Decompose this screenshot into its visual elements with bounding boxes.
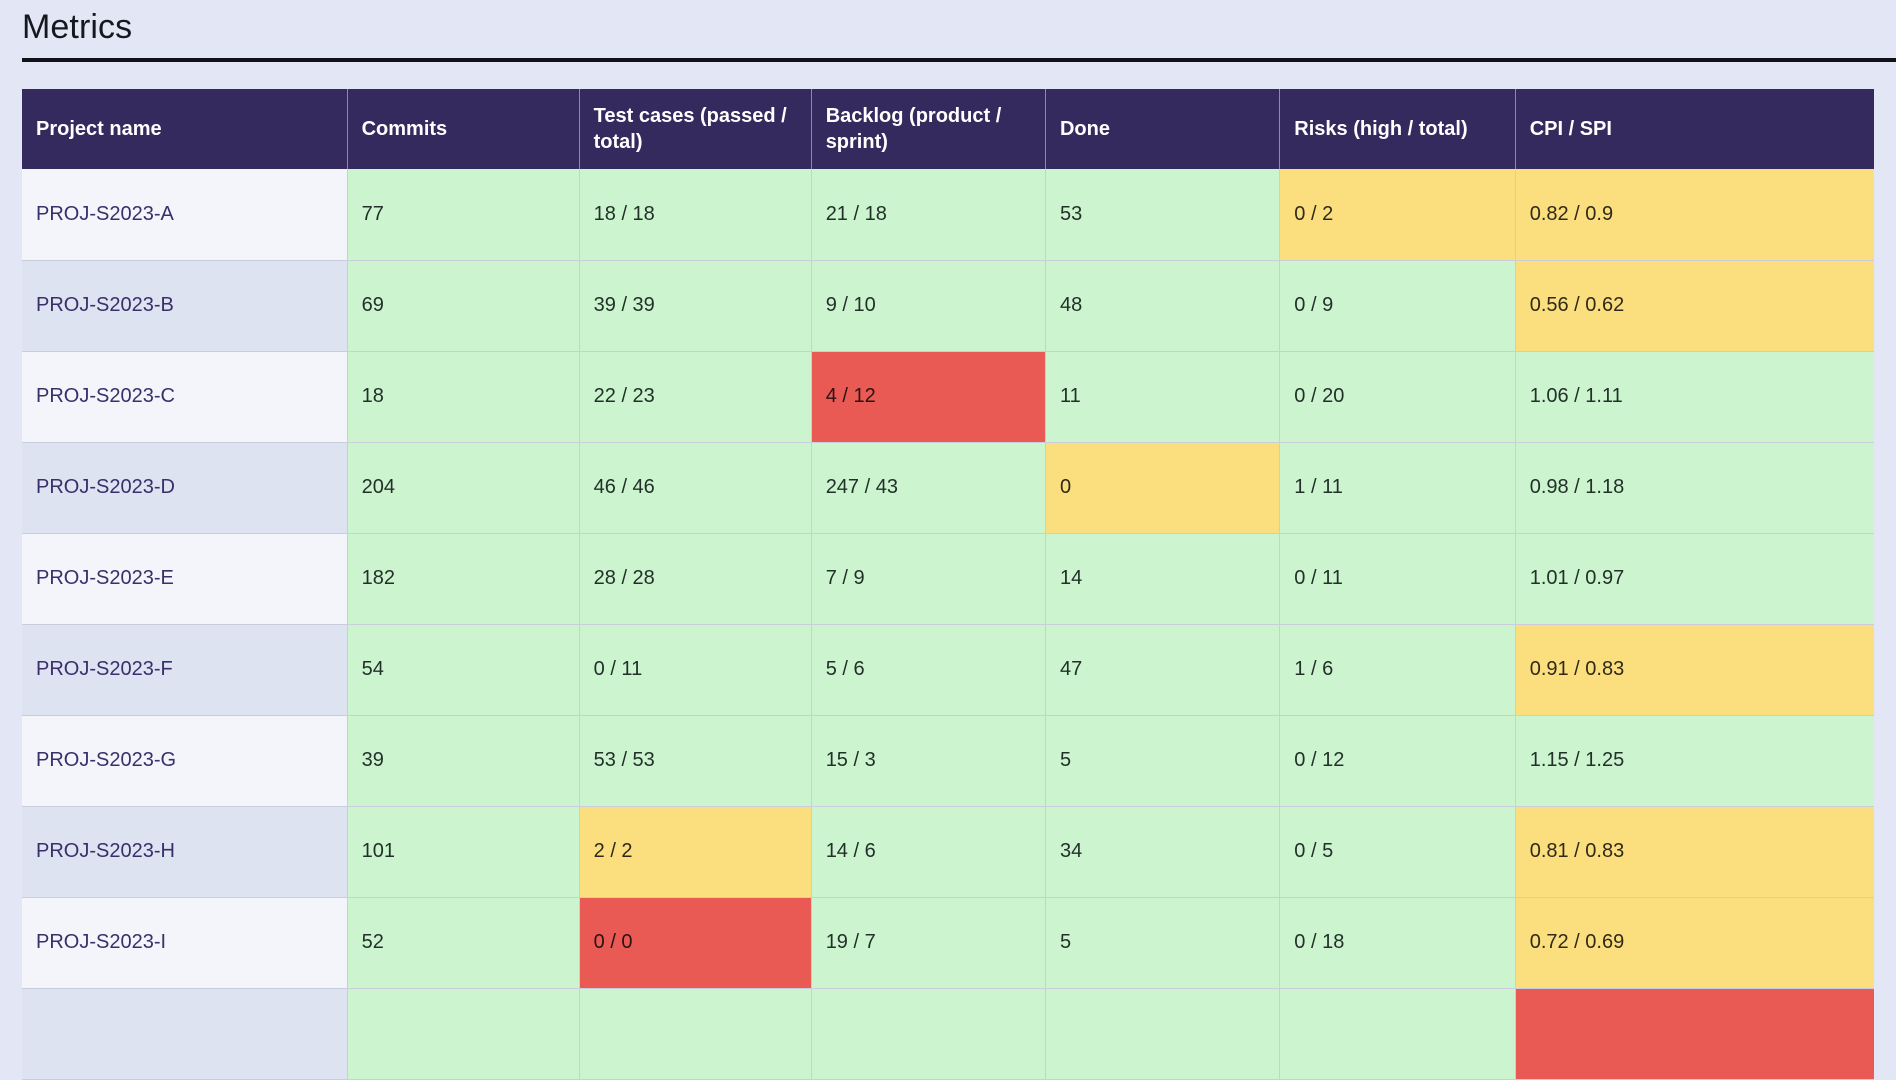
cell-project-name[interactable]: PROJ-S2023-I (22, 897, 348, 989)
cell-cpi-spi[interactable]: 0.72 / 0.69 (1515, 897, 1874, 989)
cell-backlog[interactable]: 19 / 7 (811, 897, 1046, 989)
cell-cpi-spi[interactable]: 0.82 / 0.9 (1515, 169, 1874, 261)
cell-commits[interactable]: 69 (347, 260, 580, 352)
cell-cpi-spi[interactable]: 1.01 / 0.97 (1515, 533, 1874, 625)
cell-test-cases[interactable]: 46 / 46 (579, 442, 812, 534)
cell-backlog[interactable]: 247 / 43 (811, 442, 1046, 534)
cell-done[interactable]: 14 (1045, 533, 1281, 625)
cell-commits[interactable]: 101 (347, 806, 580, 898)
cell-cpi-spi[interactable] (1515, 988, 1874, 1080)
cell-commits[interactable]: 204 (347, 442, 580, 534)
column-header-project-name[interactable]: Project name (22, 89, 348, 169)
cell-project-name[interactable]: PROJ-S2023-A (22, 169, 348, 261)
column-header-backlog[interactable]: Backlog (product / sprint) (811, 89, 1046, 169)
cell-project-name[interactable]: PROJ-S2023-C (22, 351, 348, 443)
cell-test-cases[interactable]: 0 / 11 (579, 624, 812, 716)
cell-risks[interactable]: 1 / 6 (1279, 624, 1516, 716)
table-header-row: Project name Commits Test cases (passed … (22, 89, 1874, 169)
cell-test-cases[interactable]: 0 / 0 (579, 897, 812, 989)
cell-done[interactable]: 34 (1045, 806, 1281, 898)
cell-backlog[interactable]: 14 / 6 (811, 806, 1046, 898)
cell-backlog[interactable]: 21 / 18 (811, 169, 1046, 261)
cell-commits[interactable]: 52 (347, 897, 580, 989)
metrics-table-container: Project name Commits Test cases (passed … (22, 89, 1874, 1080)
cell-risks[interactable] (1279, 988, 1516, 1080)
cell-done[interactable]: 5 (1045, 897, 1281, 989)
cell-commits[interactable]: 39 (347, 715, 580, 807)
cell-done[interactable]: 47 (1045, 624, 1281, 716)
cell-cpi-spi[interactable]: 0.91 / 0.83 (1515, 624, 1874, 716)
cell-done[interactable]: 48 (1045, 260, 1281, 352)
table-row[interactable]: PROJ-S2023-E 182 28 / 28 7 / 9 14 0 / 11 1.01 … (22, 533, 1874, 625)
cell-cpi-spi[interactable]: 0.56 / 0.62 (1515, 260, 1874, 352)
table-row[interactable]: PROJ-S2023-F 54 0 / 11 5 / 6 47 1 / 6 0.91 / 0… (22, 624, 1874, 716)
cell-backlog[interactable]: 7 / 9 (811, 533, 1046, 625)
table-body: PROJ-S2023-A 77 18 / 18 21 / 18 53 0 / 2 0.82 … (22, 169, 1874, 1080)
cell-risks[interactable]: 0 / 5 (1279, 806, 1516, 898)
cell-risks[interactable]: 0 / 20 (1279, 351, 1516, 443)
column-header-cpi-spi[interactable]: CPI / SPI (1515, 89, 1874, 169)
cell-backlog[interactable]: 9 / 10 (811, 260, 1046, 352)
metrics-table: Project name Commits Test cases (passed … (22, 89, 1874, 1080)
cell-test-cases[interactable]: 28 / 28 (579, 533, 812, 625)
cell-backlog[interactable]: 5 / 6 (811, 624, 1046, 716)
cell-project-name[interactable]: PROJ-S2023-B (22, 260, 348, 352)
cell-risks[interactable]: 0 / 9 (1279, 260, 1516, 352)
cell-risks[interactable]: 0 / 2 (1279, 169, 1516, 261)
cell-test-cases[interactable]: 22 / 23 (579, 351, 812, 443)
page-title: Metrics (22, 8, 133, 46)
cell-commits[interactable]: 54 (347, 624, 580, 716)
cell-commits[interactable]: 182 (347, 533, 580, 625)
table-row[interactable]: PROJ-S2023-C 18 22 / 23 4 / 12 11 0 / 20 1.06 … (22, 351, 1874, 443)
cell-cpi-spi[interactable]: 1.15 / 1.25 (1515, 715, 1874, 807)
cell-risks[interactable]: 0 / 12 (1279, 715, 1516, 807)
cell-cpi-spi[interactable]: 0.81 / 0.83 (1515, 806, 1874, 898)
cell-project-name[interactable]: PROJ-S2023-G (22, 715, 348, 807)
cell-project-name[interactable]: PROJ-S2023-D (22, 442, 348, 534)
cell-project-name[interactable]: PROJ-S2023-E (22, 533, 348, 625)
cell-risks[interactable]: 0 / 18 (1279, 897, 1516, 989)
column-header-test-cases[interactable]: Test cases (passed / total) (579, 89, 812, 169)
cell-test-cases[interactable]: 39 / 39 (579, 260, 812, 352)
table-row[interactable]: PROJ-S2023-A 77 18 / 18 21 / 18 53 0 / 2 0.82 … (22, 169, 1874, 261)
table-row[interactable]: PROJ-S2023-D 204 46 / 46 247 / 43 0 1 / 11 0.9… (22, 442, 1874, 534)
column-header-commits[interactable]: Commits (347, 89, 580, 169)
cell-test-cases[interactable]: 18 / 18 (579, 169, 812, 261)
cell-cpi-spi[interactable]: 1.06 / 1.11 (1515, 351, 1874, 443)
cell-done[interactable]: 53 (1045, 169, 1281, 261)
table-row[interactable]: PROJ-S2023-H 101 2 / 2 14 / 6 34 0 / 5 0.81 / … (22, 806, 1874, 898)
cell-done[interactable]: 11 (1045, 351, 1281, 443)
cell-backlog[interactable]: 15 / 3 (811, 715, 1046, 807)
cell-commits[interactable]: 77 (347, 169, 580, 261)
cell-project-name[interactable]: PROJ-S2023-F (22, 624, 348, 716)
cell-backlog[interactable]: 4 / 12 (811, 351, 1046, 443)
cell-commits[interactable] (347, 988, 580, 1080)
table-row[interactable]: PROJ-S2023-G 39 53 / 53 15 / 350 / 12 1.15 /… (22, 715, 1874, 807)
cell-commits[interactable]: 18 (347, 351, 580, 443)
table-header: Project name Commits Test cases (passed … (22, 89, 1874, 169)
cell-done[interactable]: 0 (1045, 442, 1281, 534)
cell-test-cases[interactable]: 2 / 2 (579, 806, 812, 898)
cell-test-cases[interactable] (579, 988, 812, 1080)
cell-done[interactable] (1045, 988, 1281, 1080)
cell-risks[interactable]: 1 / 11 (1279, 442, 1516, 534)
table-row[interactable] (22, 988, 1874, 1080)
cell-project-name[interactable]: PROJ-S2023-H (22, 806, 348, 898)
table-row[interactable]: PROJ-S2023-I 52 0 / 0 19 / 750 / 18 0.72 / 0… (22, 897, 1874, 989)
cell-done[interactable]: 5 (1045, 715, 1281, 807)
cell-backlog[interactable] (811, 988, 1046, 1080)
cell-test-cases[interactable]: 53 / 53 (579, 715, 812, 807)
metrics-page: Metrics Project name Commits Test cases … (0, 0, 1896, 1080)
cell-cpi-spi[interactable]: 0.98 / 1.18 (1515, 442, 1874, 534)
table-row[interactable]: PROJ-S2023-B 69 39 / 39 9 / 10 48 0 / 9 0.56 /… (22, 260, 1874, 352)
column-header-risks[interactable]: Risks (high / total) (1279, 89, 1516, 169)
cell-risks[interactable]: 0 / 11 (1279, 533, 1516, 625)
title-divider (22, 58, 1896, 62)
column-header-done[interactable]: Done (1045, 89, 1281, 169)
cell-project-name[interactable] (22, 988, 348, 1080)
